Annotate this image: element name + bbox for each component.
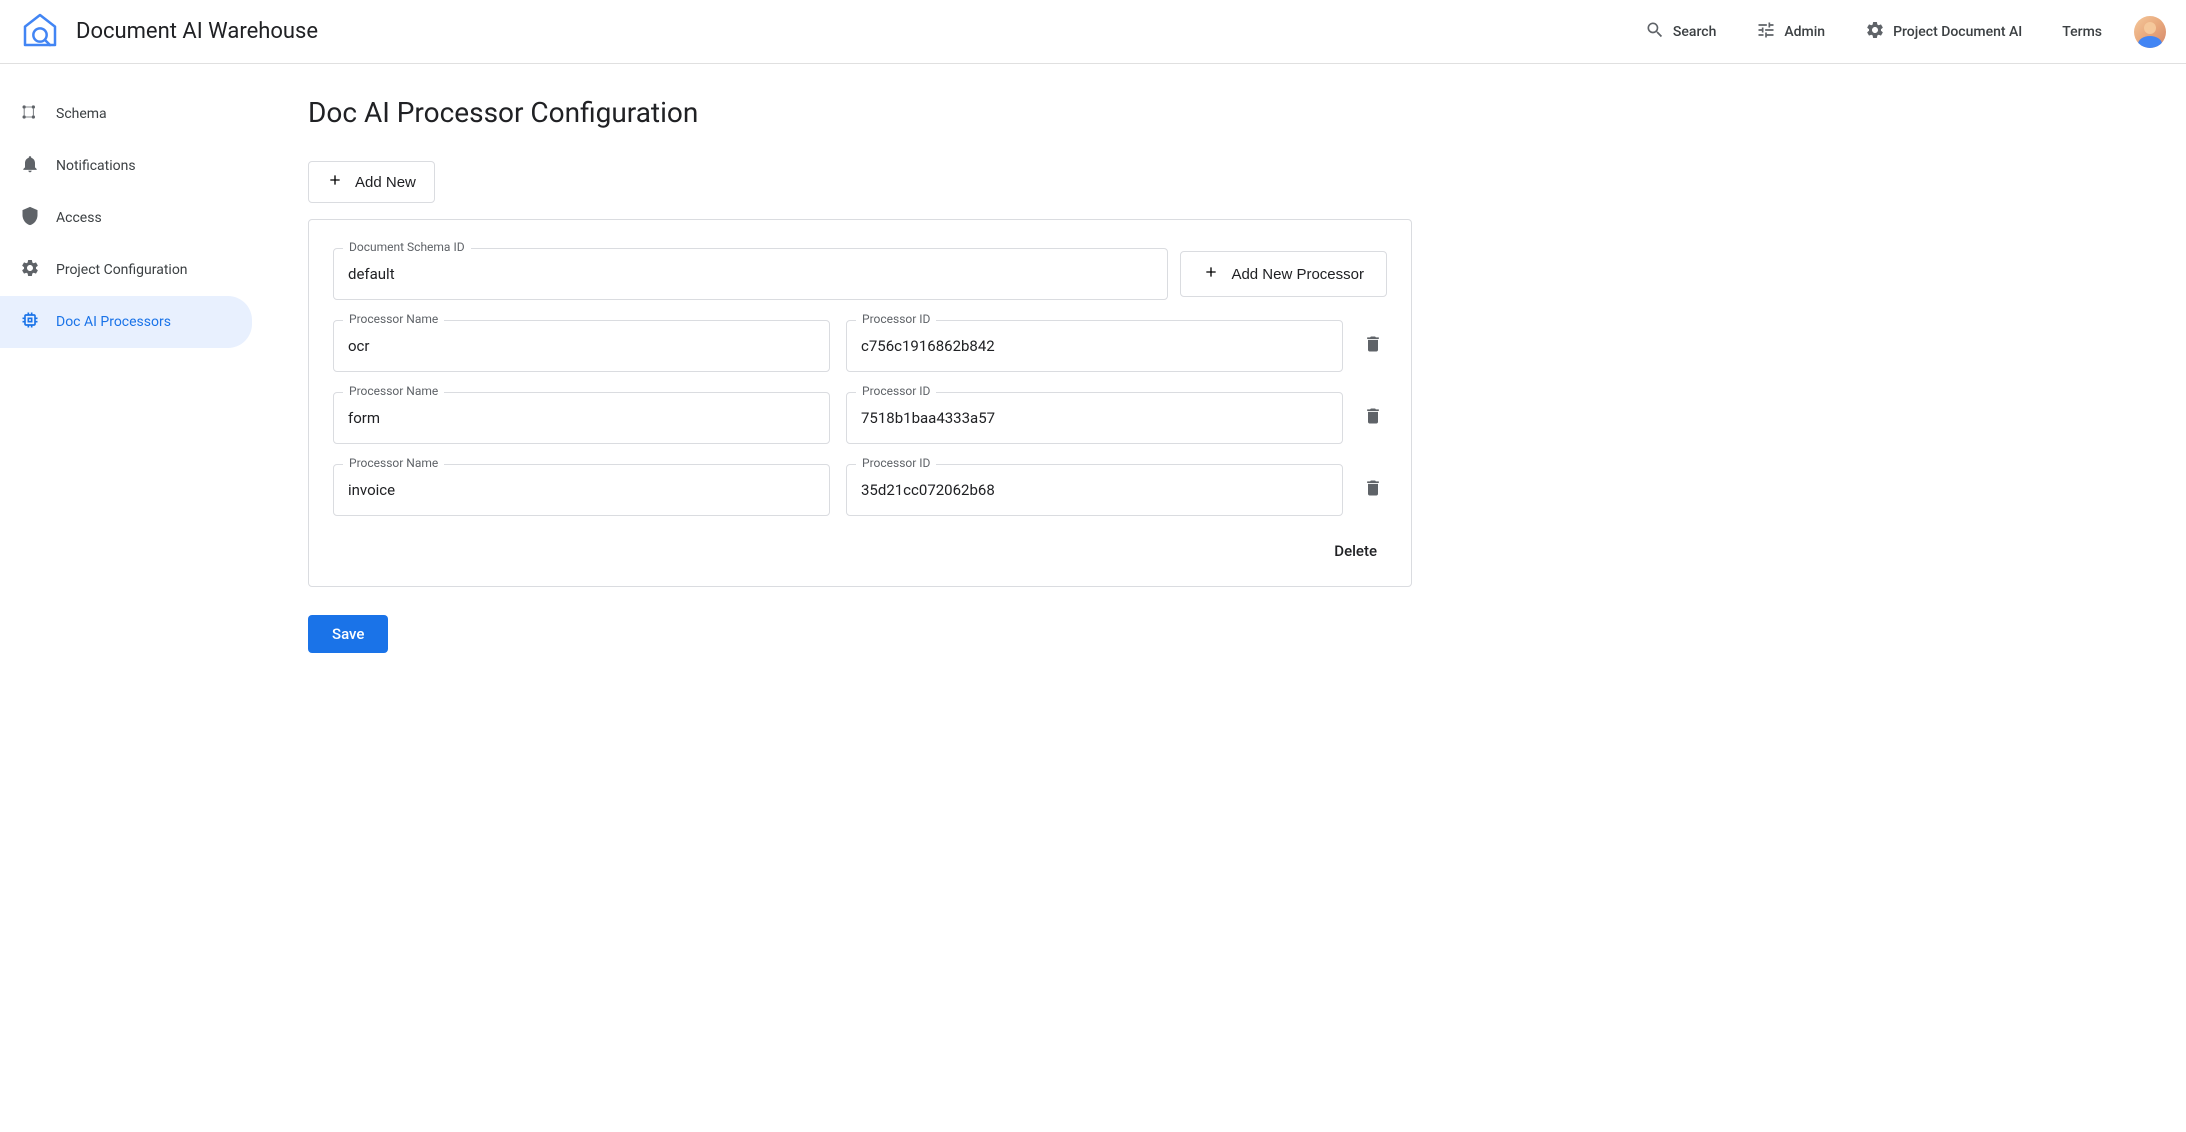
gear-icon xyxy=(20,258,40,282)
processor-id-field: Processor ID xyxy=(846,464,1343,516)
processor-id-field: Processor ID xyxy=(846,320,1343,372)
processor-name-field: Processor Name xyxy=(333,392,830,444)
project-label: Project Document AI xyxy=(1893,24,2022,40)
trash-icon xyxy=(1363,334,1383,358)
sidebar-item-access[interactable]: Access xyxy=(0,192,252,244)
processor-name-input[interactable] xyxy=(333,392,830,444)
admin-action[interactable]: Admin xyxy=(1748,14,1833,50)
shield-icon xyxy=(20,206,40,230)
app-title: Document AI Warehouse xyxy=(76,19,318,44)
processor-id-input[interactable] xyxy=(846,320,1343,372)
project-action[interactable]: Project Document AI xyxy=(1857,14,2030,50)
add-processor-button[interactable]: Add New Processor xyxy=(1180,251,1387,297)
gear-icon xyxy=(1865,20,1885,44)
schema-id-field: Document Schema ID xyxy=(333,248,1168,300)
sidebar-item-label: Project Configuration xyxy=(56,262,188,278)
sidebar-item-label: Access xyxy=(56,210,102,226)
bell-icon xyxy=(20,154,40,178)
processor-row: Processor Name Processor ID xyxy=(333,392,1387,444)
processor-name-label: Processor Name xyxy=(343,456,444,470)
processor-name-field: Processor Name xyxy=(333,320,830,372)
sidebar-item-processors[interactable]: Doc AI Processors xyxy=(0,296,252,348)
add-processor-label: Add New Processor xyxy=(1231,266,1364,283)
processor-name-label: Processor Name xyxy=(343,312,444,326)
processor-name-input[interactable] xyxy=(333,464,830,516)
delete-row-button[interactable] xyxy=(1359,478,1387,502)
admin-label: Admin xyxy=(1784,24,1825,40)
tune-icon xyxy=(1756,20,1776,44)
add-new-label: Add New xyxy=(355,174,416,191)
search-icon xyxy=(1645,20,1665,44)
processor-id-field: Processor ID xyxy=(846,392,1343,444)
header: Document AI Warehouse Search Admin Proje… xyxy=(0,0,2186,64)
header-left: Document AI Warehouse xyxy=(20,10,318,54)
processor-row: Processor Name Processor ID xyxy=(333,464,1387,516)
processor-id-label: Processor ID xyxy=(856,384,936,398)
search-action[interactable]: Search xyxy=(1637,14,1724,50)
avatar[interactable] xyxy=(2134,16,2166,48)
card-top-row: Document Schema ID Add New Processor xyxy=(333,248,1387,300)
terms-action[interactable]: Terms xyxy=(2054,18,2110,46)
sidebar-item-label: Doc AI Processors xyxy=(56,314,171,330)
delete-row-button[interactable] xyxy=(1359,334,1387,358)
header-right: Search Admin Project Document AI Terms xyxy=(1637,14,2166,50)
terms-label: Terms xyxy=(2062,24,2102,40)
search-label: Search xyxy=(1673,24,1716,40)
sidebar-item-notifications[interactable]: Notifications xyxy=(0,140,252,192)
add-new-button[interactable]: Add New xyxy=(308,161,435,203)
plus-icon xyxy=(1203,264,1219,284)
save-button[interactable]: Save xyxy=(308,615,388,653)
processor-card: Document Schema ID Add New Processor Pro… xyxy=(308,219,1412,587)
page-title: Doc AI Processor Configuration xyxy=(308,96,1412,129)
chip-icon xyxy=(20,310,40,334)
sidebar: Schema Notifications Access Project Conf… xyxy=(0,64,260,685)
trash-icon xyxy=(1363,406,1383,430)
processor-id-label: Processor ID xyxy=(856,312,936,326)
card-footer: Delete xyxy=(333,536,1387,566)
processor-id-input[interactable] xyxy=(846,464,1343,516)
schema-icon xyxy=(20,102,40,126)
delete-row-button[interactable] xyxy=(1359,406,1387,430)
processor-name-label: Processor Name xyxy=(343,384,444,398)
sidebar-item-label: Notifications xyxy=(56,158,136,174)
main-content: Doc AI Processor Configuration Add New D… xyxy=(260,64,1460,685)
processor-row: Processor Name Processor ID xyxy=(333,320,1387,372)
processor-name-input[interactable] xyxy=(333,320,830,372)
warehouse-logo-icon xyxy=(20,10,60,54)
processor-id-input[interactable] xyxy=(846,392,1343,444)
trash-icon xyxy=(1363,478,1383,502)
processor-name-field: Processor Name xyxy=(333,464,830,516)
sidebar-item-label: Schema xyxy=(56,106,107,122)
sidebar-item-schema[interactable]: Schema xyxy=(0,88,252,140)
schema-id-input[interactable] xyxy=(333,248,1168,300)
layout: Schema Notifications Access Project Conf… xyxy=(0,64,2186,685)
plus-icon xyxy=(327,172,343,192)
sidebar-item-project-config[interactable]: Project Configuration xyxy=(0,244,252,296)
schema-id-label: Document Schema ID xyxy=(343,240,471,254)
processor-id-label: Processor ID xyxy=(856,456,936,470)
delete-card-button[interactable]: Delete xyxy=(1324,536,1387,566)
